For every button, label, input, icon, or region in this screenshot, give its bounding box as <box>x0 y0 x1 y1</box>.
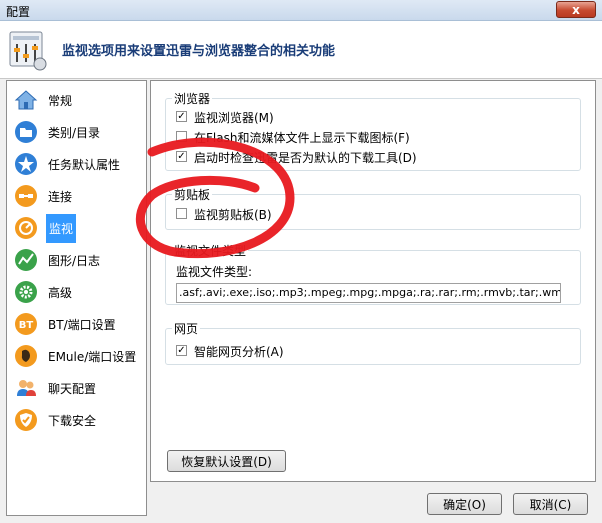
bt-icon: BT <box>15 313 37 335</box>
task-icon <box>15 153 37 175</box>
filetype-group: 监视文件类型 监视文件类型: .asf;.avi;.exe;.iso;.mp3;… <box>165 242 581 305</box>
chat-icon <box>17 380 36 396</box>
sidebar-item-task-defaults[interactable]: 任务默认属性 <box>12 150 142 178</box>
house-icon <box>14 90 38 110</box>
sidebar-item-connection[interactable]: 连接 <box>12 182 142 210</box>
close-icon: x <box>572 3 580 17</box>
sidebar-item-chat[interactable]: 聊天配置 <box>12 374 142 402</box>
settings-panel: 浏览器 ✓ 监视浏览器(M) 在Flash和流媒体文件上显示下载图标(F) ✓ … <box>150 80 596 482</box>
monitor-icon <box>15 217 37 239</box>
checkbox-checked[interactable]: ✓ <box>176 111 187 122</box>
sidebar-item-bt-port[interactable]: BT BT/端口设置 <box>12 310 142 338</box>
group-title-clipboard: 剪贴板 <box>172 186 213 203</box>
svg-text:BT: BT <box>19 320 34 331</box>
ok-button[interactable]: 确定(O) <box>427 493 502 515</box>
sidebar-item-general[interactable]: 常规 <box>12 86 142 114</box>
sidebar-item-category[interactable]: 类别/目录 <box>12 118 142 146</box>
window-title: 配置 <box>6 5 31 19</box>
sidebar-item-graph-log[interactable]: 图形/日志 <box>12 246 142 274</box>
emule-icon <box>15 345 37 367</box>
gear-icon <box>15 281 37 303</box>
title-bar: 配置 x <box>0 0 602 21</box>
restore-defaults-button[interactable]: 恢复默认设置(D) <box>167 450 286 472</box>
group-title-filetype: 监视文件类型 <box>172 242 249 259</box>
checkbox-checked[interactable]: ✓ <box>176 151 187 162</box>
cancel-button[interactable]: 取消(C) <box>513 493 588 515</box>
sidebar-item-monitor[interactable]: 监视 <box>12 214 142 243</box>
filetype-label: 监视文件类型: <box>176 265 253 279</box>
header-description: 监视选项用来设置迅雷与浏览器整合的相关功能 <box>62 44 336 59</box>
sidebar-item-emule-port[interactable]: EMule/端口设置 <box>12 342 142 370</box>
connection-icon <box>15 185 37 207</box>
header-banner: 监视选项用来设置迅雷与浏览器整合的相关功能 <box>0 21 602 79</box>
checkbox-checked[interactable]: ✓ <box>176 345 187 356</box>
clipboard-group: 剪贴板 监视剪贴板(B) <box>165 186 581 230</box>
sidebar-item-download-security[interactable]: 下载安全 <box>12 406 142 434</box>
settings-panel-icon <box>9 31 47 71</box>
checkbox-unchecked[interactable] <box>176 131 187 142</box>
sidebar-item-advanced[interactable]: 高级 <box>12 278 142 306</box>
shield-icon <box>15 409 37 431</box>
group-title-browser: 浏览器 <box>172 90 213 107</box>
browser-group: 浏览器 ✓ 监视浏览器(M) 在Flash和流媒体文件上显示下载图标(F) ✓ … <box>165 90 581 171</box>
filetype-input[interactable]: .asf;.avi;.exe;.iso;.mp3;.mpeg;.mpg;.mpg… <box>176 283 561 303</box>
folder-icon <box>15 121 37 143</box>
web-group: 网页 ✓ 智能网页分析(A) <box>165 320 581 365</box>
checkbox-unchecked[interactable] <box>176 208 187 219</box>
close-button[interactable]: x <box>556 1 596 18</box>
sidebar: 常规 类别/目录 任务默认属性 连接 监视 图形/日志 高级 BT BT/端口设… <box>6 80 147 516</box>
group-title-web: 网页 <box>172 320 201 337</box>
graph-icon <box>15 249 37 271</box>
